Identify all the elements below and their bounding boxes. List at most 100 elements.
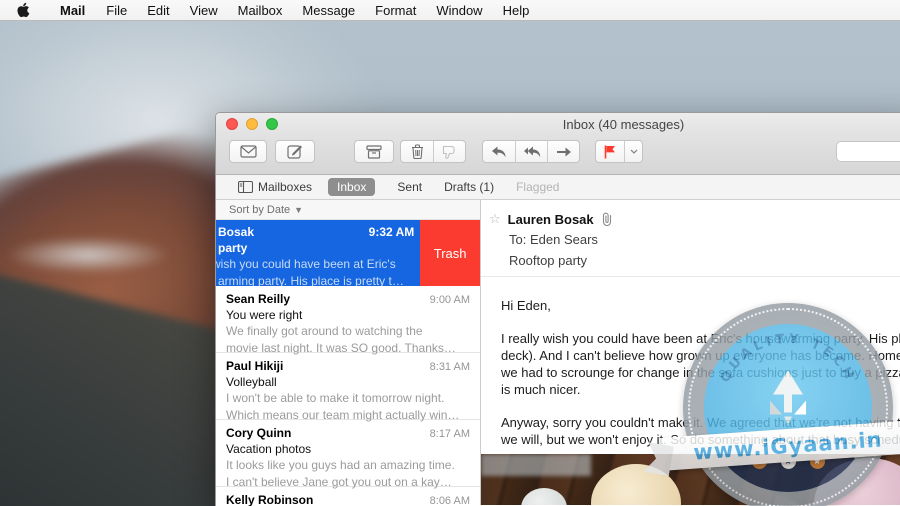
junk-button[interactable] [433, 141, 465, 162]
flag-menu-button[interactable] [624, 141, 642, 162]
message-preview-line: I won't be able to make it tomorrow nigh… [226, 391, 470, 406]
mailboxes-toggle[interactable]: Mailboxes [238, 180, 312, 194]
menu-item-file[interactable]: File [96, 0, 137, 21]
delete-button[interactable] [401, 141, 433, 162]
body-line: I really wish you could have been at Eri… [501, 330, 900, 347]
reply-all-arrow-icon [523, 146, 541, 158]
selected-message-cell[interactable]: Bosak 9:32 AM party wish you could have … [216, 220, 420, 286]
mail-window: Inbox (40 messages) [215, 112, 900, 506]
archive-button[interactable] [354, 140, 394, 163]
message-time: 8:17 AM [430, 428, 470, 440]
body-line: we had to scrounge for change in the sof… [501, 364, 900, 381]
envelope-icon [240, 145, 257, 158]
sort-label: Sort by Date [229, 204, 290, 216]
message-row[interactable]: Kelly Robinson 8:06 AM Lost and found [216, 487, 480, 506]
message-subject-fragment: party [218, 241, 414, 255]
apple-menu-icon[interactable] [15, 2, 31, 18]
mailboxes-sidebar-icon [238, 181, 253, 193]
message-detail: ☆ Lauren Bosak To: Eden Sears Rooftop pa… [481, 200, 900, 505]
message-list: Sort by Date ▼ Bosak 9:32 AM party wish … [216, 200, 481, 505]
tab-inbox[interactable]: Inbox [328, 178, 375, 196]
sort-bar[interactable]: Sort by Date ▼ [216, 200, 480, 220]
message-subject: Vacation photos [226, 442, 470, 456]
menu-item-message[interactable]: Message [292, 0, 365, 21]
swipe-trash-button[interactable]: Trash [420, 220, 480, 286]
zoom-button[interactable] [266, 118, 278, 130]
trash-junk-group [400, 140, 466, 163]
flag-icon [604, 145, 616, 159]
sort-chevron-icon: ▼ [294, 205, 303, 215]
flag-group [595, 140, 643, 163]
window-content: Sort by Date ▼ Bosak 9:32 AM party wish … [216, 200, 900, 505]
tab-flagged[interactable]: Flagged [516, 180, 559, 194]
body-line: Anyway, sorry you couldn't make it. We a… [501, 414, 900, 431]
chevron-down-icon [630, 149, 638, 154]
message-preview-line: It looks like you guys had an amazing ti… [226, 458, 470, 473]
menu-item-help[interactable]: Help [493, 0, 540, 21]
message-time: 8:31 AM [430, 361, 470, 373]
message-time: 9:32 AM [369, 225, 415, 239]
menu-item-edit[interactable]: Edit [137, 0, 179, 21]
message-sender: Kelly Robinson [226, 493, 313, 506]
message-row[interactable]: Cory Quinn 8:17 AM Vacation photos It lo… [216, 420, 480, 487]
star-icon[interactable]: ☆ [489, 211, 501, 227]
message-preview-line: wish you could have been at Eric's [218, 257, 414, 272]
message-row-selected-swiped[interactable]: Bosak 9:32 AM party wish you could have … [216, 220, 480, 286]
mailboxes-label: Mailboxes [258, 180, 312, 194]
window-title: Inbox (40 messages) [516, 117, 731, 132]
message-preview-line: We finally got around to watching the [226, 324, 470, 339]
archive-icon [366, 145, 382, 159]
message-row[interactable]: Sean Reilly 9:00 AM You were right We fi… [216, 286, 480, 353]
reply-group [482, 140, 580, 163]
body-line: deck). And I can't believe how grown up … [501, 347, 900, 364]
title-bar[interactable]: Inbox (40 messages) [216, 113, 900, 135]
menu-item-window[interactable]: Window [426, 0, 492, 21]
forward-arrow-icon [556, 147, 572, 157]
photo-lantern [521, 488, 567, 505]
message-sender-fragment: Bosak [218, 225, 254, 239]
body-line: we will, but we won't enjoy it. So do so… [501, 431, 900, 448]
tab-drafts[interactable]: Drafts (1) [444, 180, 494, 194]
get-mail-button[interactable] [229, 140, 267, 163]
thumbs-down-icon [442, 145, 457, 159]
forward-button[interactable] [547, 141, 579, 162]
message-row[interactable]: Paul Hikiji 8:31 AM Volleyball I won't b… [216, 353, 480, 420]
toolbar [216, 135, 900, 175]
message-preview-line: arming party. His place is pretty t… [218, 274, 414, 286]
body-greeting: Hi Eden, [501, 297, 900, 314]
message-time: 8:06 AM [430, 495, 470, 506]
to-label: To: [509, 232, 526, 247]
menu-item-view[interactable]: View [180, 0, 228, 21]
attachment-photo[interactable] [481, 454, 900, 505]
photo-sky [481, 454, 591, 476]
tab-sent[interactable]: Sent [397, 180, 422, 194]
search-field[interactable] [836, 141, 900, 162]
photo-lantern [591, 464, 681, 505]
body-line: is much nicer. [501, 381, 900, 398]
detail-subject: Rooftop party [509, 253, 900, 268]
menu-item-format[interactable]: Format [365, 0, 426, 21]
compose-button[interactable] [275, 140, 315, 163]
message-subject: Volleyball [226, 375, 470, 389]
flag-button[interactable] [596, 141, 624, 162]
photo-lantern [814, 458, 900, 505]
menu-item-mailbox[interactable]: Mailbox [228, 0, 293, 21]
wallpaper-snow-patch [0, 230, 220, 280]
trash-icon [411, 144, 424, 159]
close-button[interactable] [226, 118, 238, 130]
traffic-lights [226, 118, 278, 130]
message-header: ☆ Lauren Bosak To: Eden Sears Rooftop pa… [481, 200, 900, 277]
favorites-bar: Mailboxes Inbox Sent Drafts (1) Flagged [216, 175, 900, 200]
message-sender: Sean Reilly [226, 292, 290, 306]
menu-item-mail[interactable]: Mail [49, 0, 96, 21]
to-line: To: Eden Sears [509, 232, 900, 247]
menu-bar: Mail File Edit View Mailbox Message Form… [0, 0, 900, 21]
minimize-button[interactable] [246, 118, 258, 130]
reply-button[interactable] [483, 141, 515, 162]
reply-all-button[interactable] [515, 141, 547, 162]
paperclip-icon [601, 212, 613, 226]
message-sender: Cory Quinn [226, 426, 291, 440]
to-recipient[interactable]: Eden Sears [530, 232, 598, 247]
message-sender: Paul Hikiji [226, 359, 283, 373]
message-subject: You were right [226, 308, 470, 322]
